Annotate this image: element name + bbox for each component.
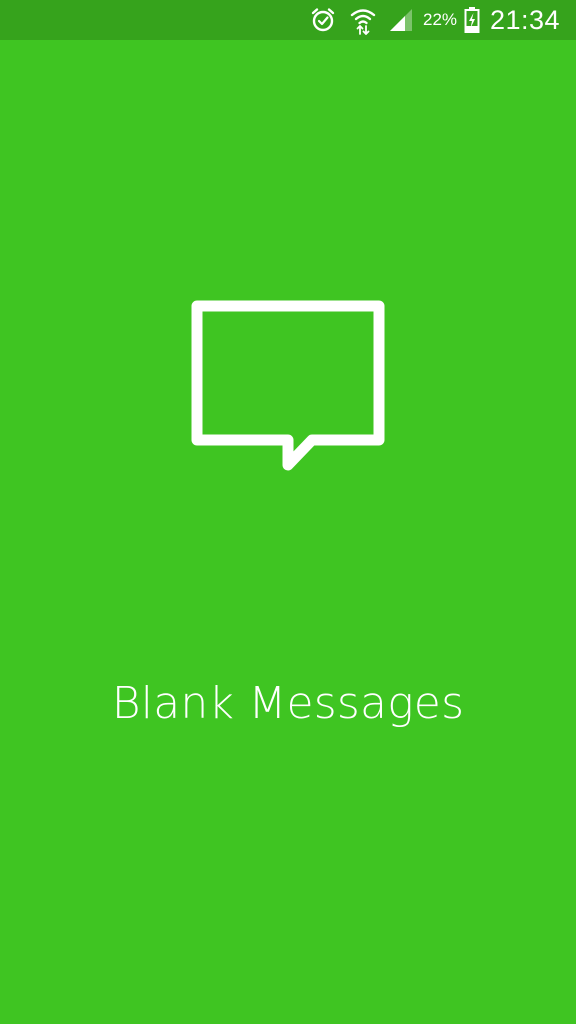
alarm-icon (309, 0, 337, 40)
app-title: Blank Messages (111, 678, 465, 729)
status-time: 21:34 (490, 5, 561, 35)
splash-screen: 22% 21:34 Blank Messages (0, 0, 576, 1024)
battery-percent: 22% (423, 10, 458, 29)
battery-charging-icon (463, 0, 481, 40)
message-bubble-icon (191, 300, 385, 471)
wifi-data-icon (347, 0, 379, 40)
status-bar: 22% 21:34 (0, 0, 576, 40)
signal-icon (386, 0, 416, 40)
